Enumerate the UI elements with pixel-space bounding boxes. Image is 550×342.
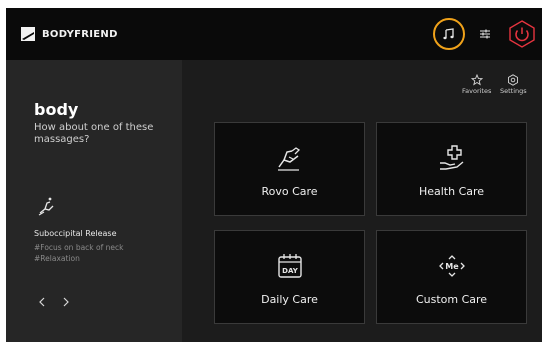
- me-arrows-icon: Me: [438, 255, 465, 277]
- featured-tag: #Relaxation: [34, 254, 80, 263]
- brand-logo: BODYFRIEND: [20, 26, 118, 42]
- calendar-day-text: DAY: [282, 267, 299, 275]
- recommendation-panel: body How about one of these massages? Su…: [6, 60, 182, 342]
- sliders-icon: [480, 29, 490, 39]
- settings-button[interactable]: Settings: [500, 74, 527, 95]
- chevron-left-icon: [39, 297, 45, 307]
- recline-chair-icon[interactable]: [36, 195, 58, 217]
- brand-mark-icon: [21, 27, 35, 41]
- hand-plus-icon: [439, 145, 463, 170]
- next-button[interactable]: [58, 294, 74, 310]
- custom-me-text: Me: [445, 262, 459, 271]
- card-custom-care[interactable]: Me Custom Care: [376, 230, 527, 324]
- music-button[interactable]: [433, 18, 465, 50]
- card-label: Custom Care: [415, 293, 488, 306]
- panel-subtitle: How about one of these massages?: [34, 122, 154, 145]
- card-label: Health Care: [418, 185, 485, 198]
- calendar-day-icon: DAY: [277, 254, 302, 278]
- card-health-care[interactable]: Health Care: [376, 122, 527, 216]
- power-button[interactable]: [506, 18, 538, 50]
- chevron-right-icon: [63, 297, 69, 307]
- top-bar: BODYFRIEND: [6, 8, 542, 60]
- settings-label: Settings: [500, 87, 527, 95]
- sliders-button[interactable]: [469, 18, 501, 50]
- previous-button[interactable]: [34, 294, 50, 310]
- favorites-label: Favorites: [462, 87, 492, 95]
- card-daily-care[interactable]: DAY Daily Care: [214, 230, 365, 324]
- massage-chair-icon: [277, 147, 300, 171]
- brand-name: BODYFRIEND: [42, 28, 118, 40]
- card-label: Daily Care: [261, 293, 318, 306]
- featured-massage-name[interactable]: Suboccipital Release: [34, 229, 117, 238]
- panel-title: body: [34, 100, 79, 119]
- music-note-icon: [443, 28, 454, 40]
- featured-tag: #Focus on back of neck: [34, 243, 124, 252]
- card-label: Rovo Care: [261, 185, 318, 198]
- favorites-button[interactable]: Favorites: [462, 74, 491, 95]
- power-icon: [509, 20, 535, 48]
- star-icon: [470, 74, 483, 86]
- card-rovo-care[interactable]: Rovo Care: [214, 122, 365, 216]
- app-screen: BODYFRIEND body How about one of these m…: [6, 8, 542, 342]
- gear-icon: [508, 74, 519, 86]
